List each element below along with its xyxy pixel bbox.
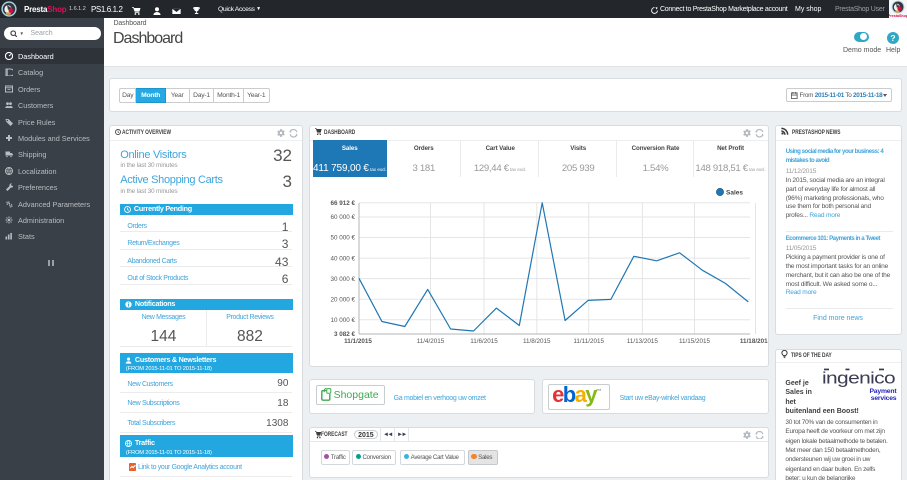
svg-text:11/8/2015: 11/8/2015 xyxy=(523,338,551,345)
svg-text:10 000 €: 10 000 € xyxy=(330,316,355,323)
svg-text:11/18/2015: 11/18/2015 xyxy=(740,338,768,345)
svg-text:11/1/2015: 11/1/2015 xyxy=(344,338,372,345)
svg-text:11/15/2015: 11/15/2015 xyxy=(679,338,711,345)
svg-text:30 000 €: 30 000 € xyxy=(330,275,355,282)
svg-text:50 000 €: 50 000 € xyxy=(330,234,355,241)
svg-text:11/11/2015: 11/11/2015 xyxy=(573,338,604,345)
svg-text:20 000 €: 20 000 € xyxy=(330,296,355,303)
svg-text:11/6/2015: 11/6/2015 xyxy=(470,338,498,345)
svg-text:Sales: Sales xyxy=(726,189,743,196)
svg-text:11/13/2015: 11/13/2015 xyxy=(627,338,659,345)
svg-text:66 912 €: 66 912 € xyxy=(330,199,355,206)
svg-text:60 000 €: 60 000 € xyxy=(330,214,355,221)
svg-text:ingenico: ingenico xyxy=(822,369,895,388)
svg-text:11/4/2015: 11/4/2015 xyxy=(417,338,445,345)
svg-text:40 000 €: 40 000 € xyxy=(330,255,355,262)
